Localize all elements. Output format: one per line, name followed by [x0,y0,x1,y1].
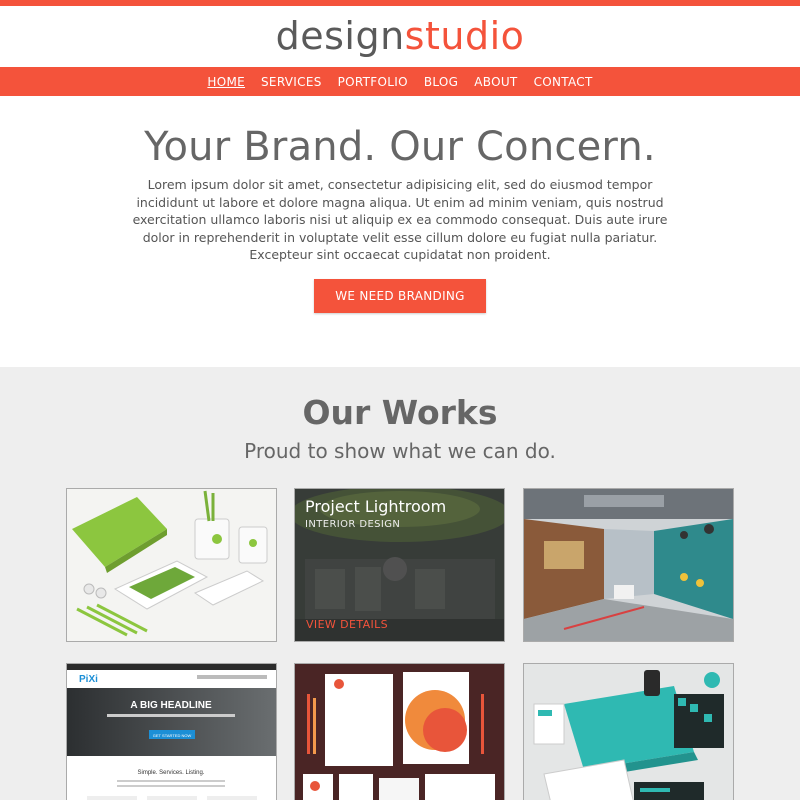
project-category: INTERIOR DESIGN [305,519,401,530]
nav-services[interactable]: SERVICES [253,75,330,89]
main-nav: HOME SERVICES PORTFOLIO BLOG ABOUT CONTA… [0,67,800,96]
website-mockup-image: PiXi A BIG HEADLINE GET STARTED NOW Simp… [67,664,276,800]
top-accent-bar [0,0,800,6]
stationery-image [67,489,276,641]
view-details-link[interactable]: VIEW DETAILS [306,618,388,631]
portfolio-item-website[interactable]: PiXi A BIG HEADLINE GET STARTED NOW Simp… [66,663,277,800]
portfolio-item-teal-stationery[interactable] [523,663,734,800]
brand-logo-part1: design [275,14,405,58]
nav-contact[interactable]: CONTACT [526,75,601,89]
teal-stationery-image [524,664,733,800]
works-section: Our Works Proud to show what we can do. [0,367,800,800]
nav-portfolio[interactable]: PORTFOLIO [330,75,416,89]
brand-logo[interactable]: designstudio [0,14,800,58]
brand-logo-part2: studio [404,14,525,58]
nav-blog[interactable]: BLOG [416,75,466,89]
portfolio-item-letterhead[interactable] [294,663,505,800]
mock-button-label: GET STARTED NOW [153,733,192,738]
store-image [524,489,733,641]
letterhead-image [295,664,504,800]
portfolio-item-stationery[interactable] [66,488,277,642]
nav-home[interactable]: HOME [199,75,253,89]
portfolio-item-lightroom[interactable]: Project Lightroom INTERIOR DESIGN VIEW D… [294,488,505,642]
portfolio-item-store[interactable] [523,488,734,642]
project-title: Project Lightroom [305,497,447,516]
mock-headline: A BIG HEADLINE [130,700,212,711]
mock-logo: PiXi [79,674,98,685]
branding-cta-button[interactable]: WE NEED BRANDING [314,279,486,313]
works-title: Our Works [302,393,498,432]
works-subtitle: Proud to show what we can do. [244,439,556,463]
hero-text: Lorem ipsum dolor sit amet, consectetur … [132,177,668,262]
mock-tagline: Simple. Services. Listing. [137,770,204,776]
hero-title: Your Brand. Our Concern. [144,124,656,170]
nav-about[interactable]: ABOUT [466,75,525,89]
